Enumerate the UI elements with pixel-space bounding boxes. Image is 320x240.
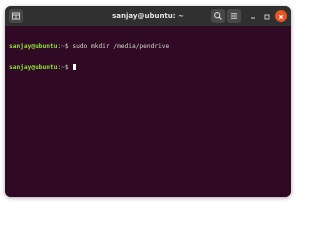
minimize-icon[interactable] [247,10,259,22]
terminal-output[interactable]: sanjay@ubuntu:~$ sudo mkdir /media/pendr… [5,26,291,197]
prompt-symbol: $ [64,64,69,71]
prompt-user-host: sanjay@ubuntu [9,43,58,50]
hamburger-menu-icon[interactable] [227,9,241,23]
close-icon[interactable] [275,10,287,22]
prompt-user-host: sanjay@ubuntu [9,64,58,71]
window-title: sanjay@ubuntu: ~ [112,12,184,20]
maximize-icon[interactable] [261,10,273,22]
text-cursor [73,64,77,70]
command-text: sudo mkdir /media/pendrive [72,43,170,50]
new-tab-icon[interactable] [9,9,23,23]
prompt-symbol: $ [64,43,69,50]
title-bar[interactable]: sanjay@ubuntu: ~ [5,6,291,26]
terminal-window: sanjay@ubuntu: ~ sanjay@ubuntu:~$ sudo m… [5,6,291,197]
terminal-line: sanjay@ubuntu:~$ [9,64,291,71]
search-icon[interactable] [211,9,225,23]
terminal-line: sanjay@ubuntu:~$ sudo mkdir /media/pendr… [9,43,291,50]
